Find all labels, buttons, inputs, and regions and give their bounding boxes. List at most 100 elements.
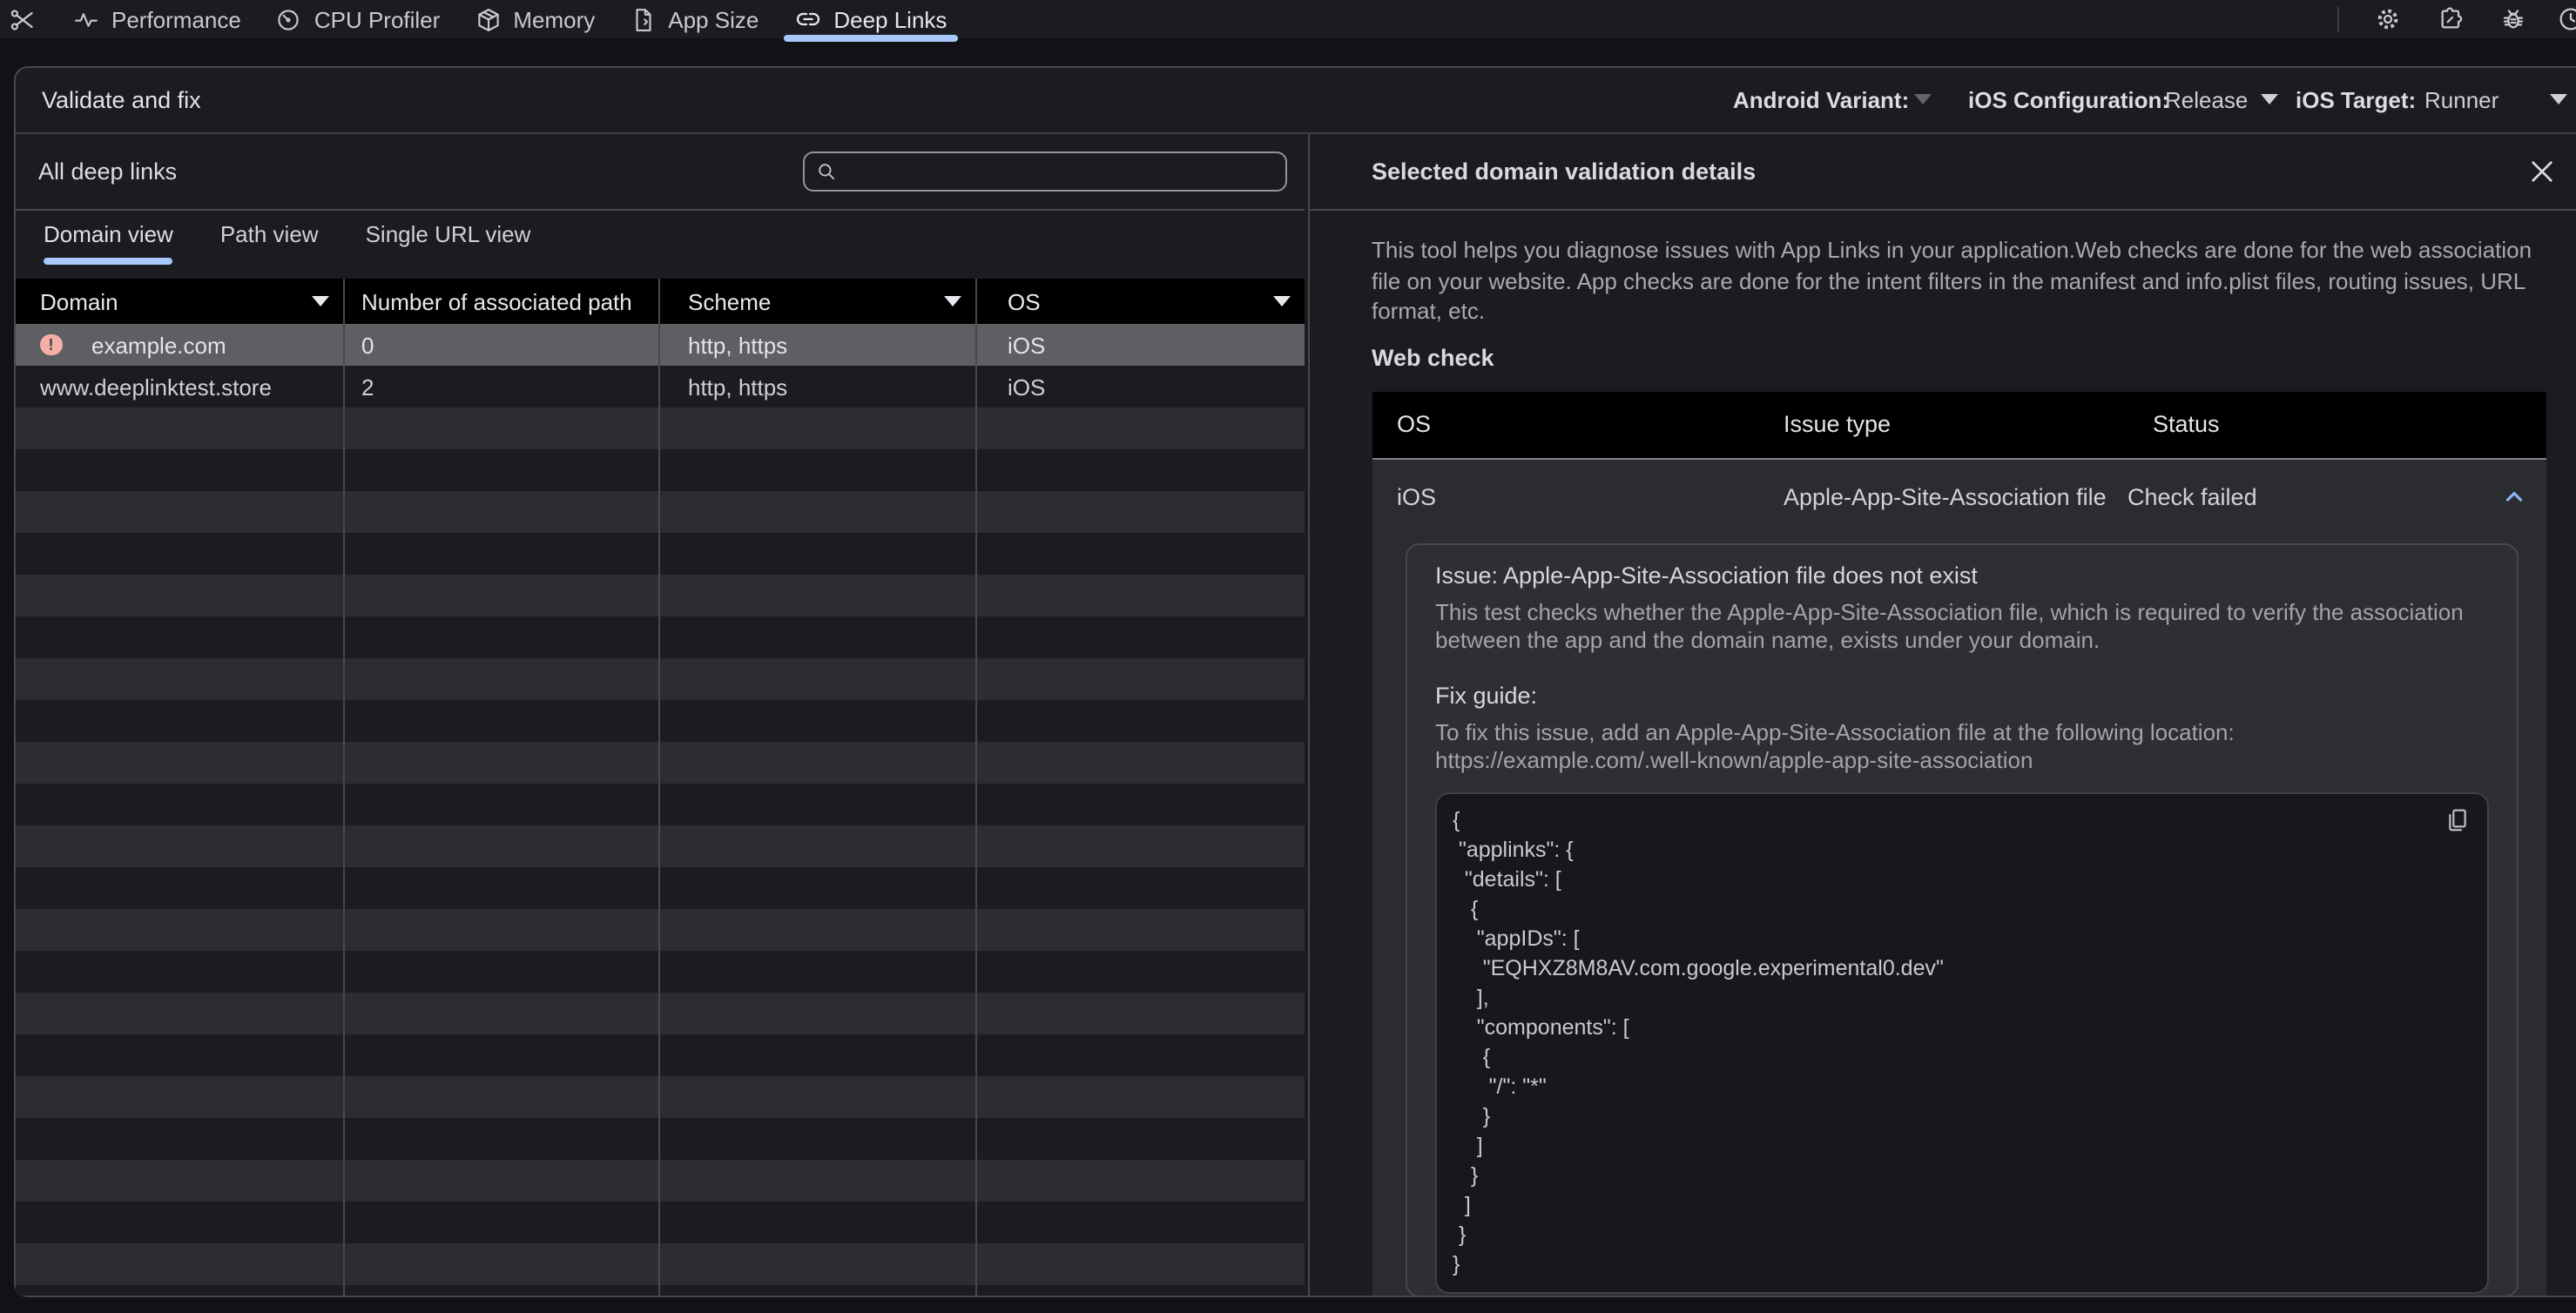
empty-cell	[976, 449, 1305, 491]
tab-memory[interactable]: Memory	[457, 0, 612, 38]
issue-title: Issue: Apple-App-Site-Association file d…	[1435, 562, 1978, 588]
empty-cell	[976, 616, 1305, 658]
column-header-os[interactable]: OS	[976, 279, 1305, 324]
empty-cell	[660, 407, 976, 449]
empty-table-row	[16, 909, 1305, 951]
empty-cell	[344, 993, 660, 1034]
empty-cell	[16, 1118, 344, 1160]
empty-table-row	[16, 784, 1305, 825]
empty-cell	[344, 1243, 660, 1285]
issue-type-value: Apple-App-Site-Association file	[1784, 484, 2107, 510]
chevron-down-icon	[2260, 94, 2278, 104]
tab-app-size[interactable]: App Size	[612, 0, 776, 38]
empty-cell	[660, 867, 976, 909]
empty-cell	[660, 825, 976, 867]
tab-performance[interactable]: Performance	[56, 0, 259, 38]
file-icon	[635, 8, 651, 30]
empty-table-row	[16, 742, 1305, 784]
empty-cell	[976, 533, 1305, 575]
tab-domain-view[interactable]: Domain view	[44, 211, 174, 264]
column-issue-type: Issue type	[1784, 411, 1892, 438]
os-cell: iOS	[976, 366, 1305, 407]
tool-tabs: Performance CPU Profiler Memory App Size…	[56, 0, 964, 42]
ios-target-dropdown[interactable]: Runner	[2424, 67, 2498, 131]
empty-table-row	[16, 491, 1305, 533]
column-label: Number of associated path	[361, 288, 632, 314]
sort-arrow-icon	[943, 296, 961, 306]
empty-cell	[16, 449, 344, 491]
topbar-actions	[2337, 0, 2576, 38]
tab-label: Deep Links	[833, 6, 947, 32]
empty-table-row	[16, 1160, 1305, 1202]
search-icon	[819, 163, 835, 179]
empty-table-row	[16, 1076, 1305, 1118]
empty-cell	[344, 951, 660, 993]
aasa-code: { "applinks": { "details": [ { "appIDs":…	[1453, 807, 1944, 1276]
empty-cell	[660, 658, 976, 700]
tab-deep-links[interactable]: Deep Links	[776, 0, 964, 42]
copy-icon[interactable]	[2444, 805, 2471, 833]
collapse-row-button[interactable]	[2491, 460, 2536, 535]
ios-configuration-value: Release	[2165, 86, 2249, 112]
validation-details-pane: Selected domain validation details This …	[1307, 133, 2576, 1296]
bug-report-button[interactable]	[2482, 0, 2545, 38]
empty-table-row	[16, 1243, 1305, 1285]
tab-label: App Size	[668, 6, 759, 32]
column-header-domain[interactable]: Domain	[16, 279, 344, 324]
empty-cell	[16, 658, 344, 700]
extensions-button[interactable]	[2419, 0, 2482, 38]
tab-path-view[interactable]: Path view	[220, 211, 319, 258]
card-header: Validate and fix Android Variant: iOS Co…	[16, 67, 2576, 133]
chevron-down-icon	[1914, 94, 1932, 104]
tab-label: Performance	[111, 6, 241, 32]
scheme-cell: http, https	[660, 366, 976, 407]
empty-cell	[16, 1243, 344, 1285]
ios-target-dropdown-arrow[interactable]	[2550, 67, 2567, 131]
column-label: Scheme	[688, 288, 772, 314]
table-row-www.deeplinktest.store[interactable]: www.deeplinktest.store 2 http, https iOS	[16, 366, 1305, 407]
link-icon	[796, 12, 819, 26]
count-cell: 0	[344, 324, 660, 366]
ios-configuration-dropdown[interactable]: Release	[2165, 67, 2278, 131]
empty-cell	[344, 1160, 660, 1202]
tab-single-url-view[interactable]: Single URL view	[366, 211, 531, 258]
sort-arrow-icon	[311, 296, 328, 306]
search-input[interactable]	[845, 152, 1285, 190]
web-check-row-group: iOS Apple-App-Site-Association file Chec…	[1372, 460, 2546, 1296]
empty-cell	[344, 784, 660, 825]
chevron-up-icon	[2505, 492, 2522, 502]
empty-cell	[660, 742, 976, 784]
close-icon[interactable]	[2525, 155, 2559, 188]
column-header-scheme[interactable]: Scheme	[660, 279, 976, 324]
android-variant-dropdown[interactable]	[1914, 67, 1932, 131]
tab-cpu-profiler[interactable]: CPU Profiler	[259, 0, 458, 38]
empty-cell	[660, 1285, 976, 1296]
empty-cell	[344, 1034, 660, 1076]
puzzle-wrench-icon	[2441, 7, 2463, 29]
empty-cell	[16, 491, 344, 533]
empty-cell	[16, 700, 344, 742]
empty-cell	[660, 951, 976, 993]
empty-cell	[976, 1076, 1305, 1118]
empty-cell	[976, 658, 1305, 700]
table-row-example.com[interactable]: ! example.com 0 http, https iOS	[16, 324, 1305, 366]
cell-text: iOS	[1008, 332, 1046, 358]
search-box[interactable]	[803, 151, 1287, 192]
cell-text: www.deeplinktest.store	[40, 374, 272, 400]
empty-cell	[976, 1160, 1305, 1202]
empty-cell	[660, 909, 976, 951]
empty-cell	[660, 616, 976, 658]
column-header-number-of-associated-path[interactable]: Number of associated path	[344, 279, 660, 324]
empty-cell	[976, 784, 1305, 825]
empty-table-row	[16, 825, 1305, 867]
devtools-logo-icon	[9, 6, 35, 32]
empty-cell	[660, 449, 976, 491]
web-check-row-ios[interactable]: iOS Apple-App-Site-Association file Chec…	[1372, 460, 2546, 535]
settings-button[interactable]	[2357, 0, 2419, 38]
all-deep-links-header: All deep links	[16, 133, 1305, 211]
help-button-partial[interactable]	[2545, 0, 2576, 38]
empty-table-row	[16, 951, 1305, 993]
empty-cell	[660, 575, 976, 616]
empty-cell	[660, 1202, 976, 1243]
empty-table-row	[16, 1034, 1305, 1076]
